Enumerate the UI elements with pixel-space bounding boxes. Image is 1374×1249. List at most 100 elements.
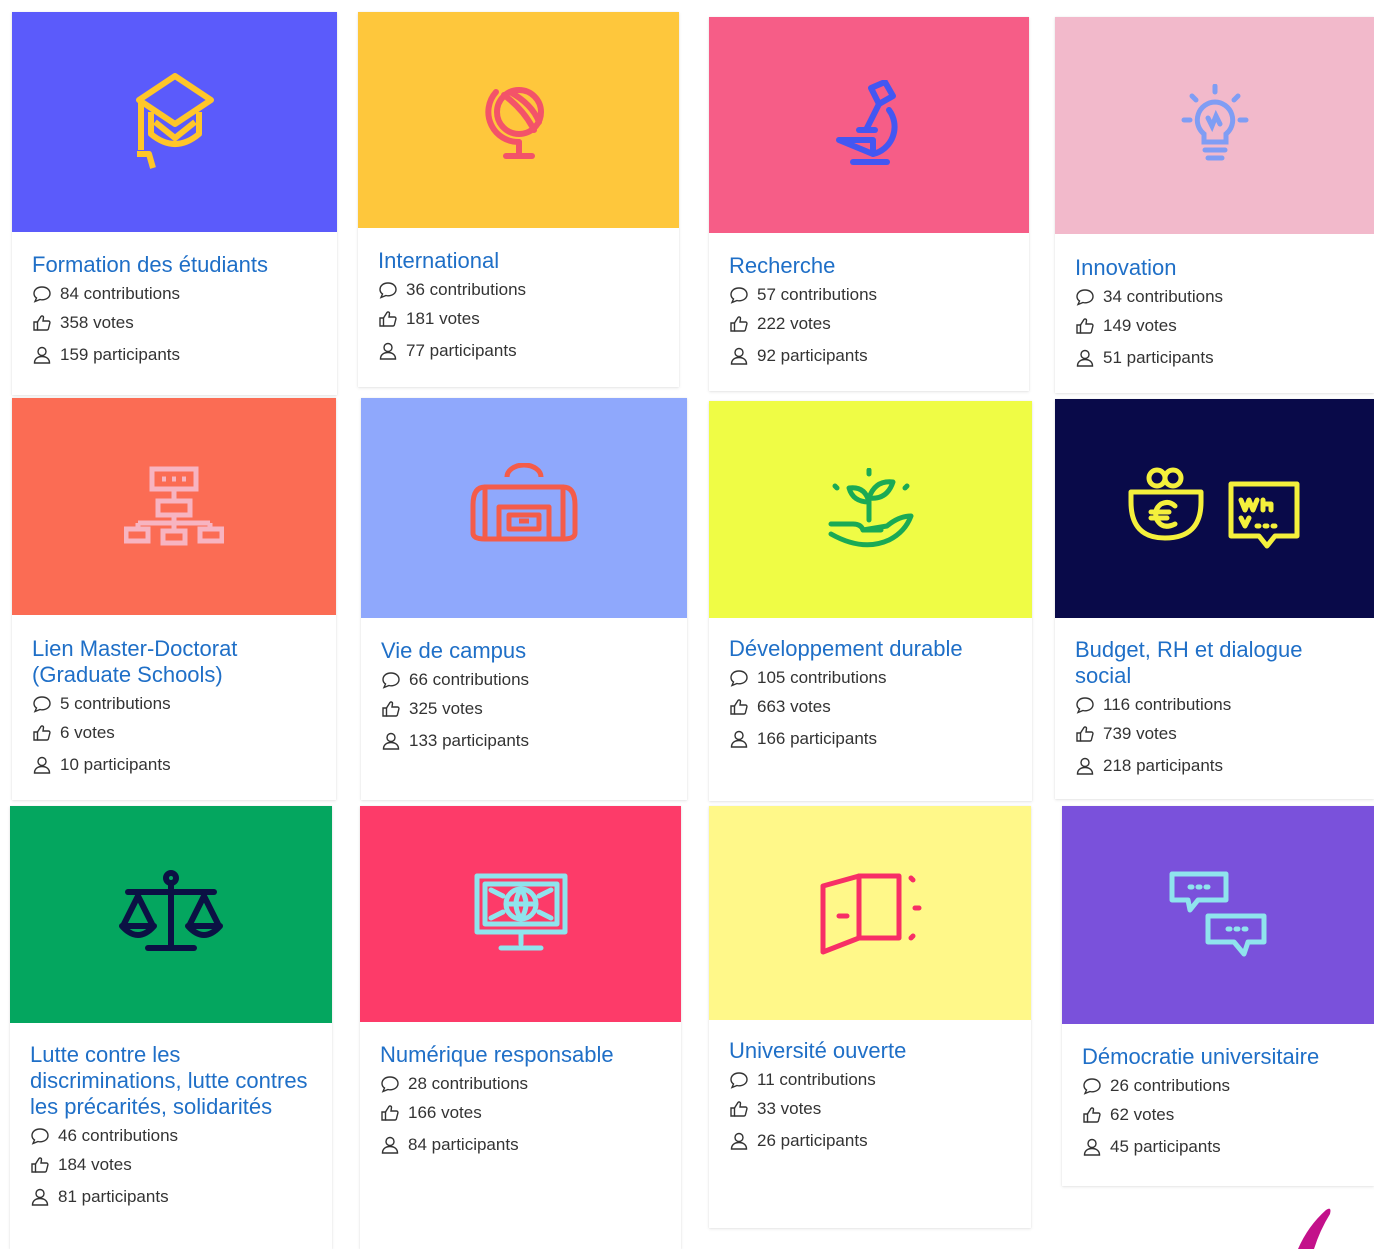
card-title[interactable]: Développement durable — [729, 636, 1020, 662]
speech-bubble-icon — [730, 287, 748, 304]
card-title[interactable]: Université ouverte — [729, 1038, 1019, 1064]
contributions-count: 5 contributions — [32, 691, 324, 717]
category-card[interactable]: Recherche 57 contributions 222 votes 92 … — [709, 17, 1029, 391]
contributions-count: 84 contributions — [32, 281, 325, 307]
speech-bubble-icon — [1083, 1078, 1101, 1095]
card-banner — [1062, 806, 1374, 1024]
thumbs-up-icon — [33, 315, 51, 331]
participants-count: 51 participants — [1075, 342, 1362, 374]
contributions-count: 36 contributions — [378, 277, 667, 303]
contributions-count: 46 contributions — [30, 1123, 320, 1149]
card-title[interactable]: Lutte contre les discriminations, lutte … — [30, 1042, 320, 1120]
speech-bubble-icon — [1076, 289, 1094, 306]
backpack-icon — [470, 463, 578, 542]
thumbs-up-icon — [381, 1105, 399, 1121]
category-card[interactable]: Développement durable 105 contributions … — [709, 401, 1032, 801]
speech-bubble-icon — [379, 282, 397, 299]
card-title[interactable]: Formation des étudiants — [32, 252, 325, 278]
graduation-cap-icon — [135, 73, 214, 169]
person-icon — [730, 1132, 748, 1150]
participants-count: 84 participants — [380, 1129, 669, 1161]
scales-icon — [119, 869, 223, 951]
participants-count: 218 participants — [1075, 750, 1362, 782]
participants-count: 166 participants — [729, 723, 1020, 755]
contributions-count: 34 contributions — [1075, 284, 1362, 310]
person-icon — [379, 342, 397, 360]
participants-count: 45 participants — [1082, 1131, 1362, 1163]
person-icon — [1076, 757, 1094, 775]
card-title[interactable]: Innovation — [1075, 255, 1362, 281]
votes-count: 181 votes — [378, 303, 667, 335]
card-banner — [709, 806, 1031, 1020]
monitor-globe-icon — [474, 873, 567, 951]
thumbs-up-icon — [730, 316, 748, 332]
category-card[interactable]: Vie de campus 66 contributions 325 votes… — [361, 398, 687, 800]
votes-count: 358 votes — [32, 307, 325, 339]
participants-count: 81 participants — [30, 1181, 320, 1213]
person-icon — [33, 346, 51, 364]
thumbs-up-icon — [33, 725, 51, 741]
thumbs-up-icon — [382, 701, 400, 717]
card-banner — [358, 12, 679, 228]
votes-count: 184 votes — [30, 1149, 320, 1181]
card-banner — [361, 398, 687, 618]
open-door-icon — [820, 873, 922, 955]
category-card[interactable]: Lutte contre les discriminations, lutte … — [10, 806, 332, 1249]
person-icon — [1083, 1138, 1101, 1156]
card-title[interactable]: Démocratie universitaire — [1082, 1044, 1362, 1070]
decorative-stroke — [1298, 1208, 1331, 1249]
participants-count: 92 participants — [729, 340, 1017, 372]
votes-count: 739 votes — [1075, 718, 1362, 750]
speech-bubble-icon — [1076, 697, 1094, 714]
person-icon — [381, 1136, 399, 1154]
person-icon — [33, 756, 51, 774]
category-card[interactable]: Lien Master-Doctorat (Graduate Schools) … — [12, 398, 336, 800]
speech-bubble-icon — [730, 670, 748, 687]
card-title[interactable]: Budget, RH et dialogue social — [1075, 637, 1362, 689]
thumbs-up-icon — [730, 699, 748, 715]
contributions-count: 11 contributions — [729, 1067, 1019, 1093]
card-title[interactable]: Lien Master-Doctorat (Graduate Schools) — [32, 636, 324, 688]
contributions-count: 57 contributions — [729, 282, 1017, 308]
card-title[interactable]: Recherche — [729, 253, 1017, 279]
person-icon — [31, 1188, 49, 1206]
participants-count: 10 participants — [32, 749, 324, 781]
budget-euro-dialogue-icon — [1128, 467, 1299, 548]
contributions-count: 28 contributions — [380, 1071, 669, 1097]
card-banner — [709, 401, 1032, 618]
category-card[interactable]: Innovation 34 contributions 149 votes 51… — [1055, 17, 1374, 393]
votes-count: 62 votes — [1082, 1099, 1362, 1131]
participants-count: 159 participants — [32, 339, 325, 371]
votes-count: 6 votes — [32, 717, 324, 749]
votes-count: 166 votes — [380, 1097, 669, 1129]
participants-count: 26 participants — [729, 1125, 1019, 1157]
contributions-count: 116 contributions — [1075, 692, 1362, 718]
card-banner — [709, 17, 1029, 233]
category-card[interactable]: Budget, RH et dialogue social 116 contri… — [1055, 399, 1374, 799]
category-card[interactable]: Formation des étudiants 84 contributions… — [12, 12, 337, 395]
participants-count: 77 participants — [378, 335, 667, 367]
person-icon — [382, 732, 400, 750]
person-icon — [730, 730, 748, 748]
microscope-icon — [836, 80, 898, 165]
org-chart-icon — [124, 466, 224, 545]
card-title[interactable]: Numérique responsable — [380, 1042, 669, 1068]
card-title[interactable]: International — [378, 248, 667, 274]
card-banner — [1055, 17, 1374, 234]
votes-count: 33 votes — [729, 1093, 1019, 1125]
contributions-count: 66 contributions — [381, 667, 675, 693]
category-card[interactable]: Université ouverte 11 contributions 33 v… — [709, 806, 1031, 1228]
thumbs-up-icon — [730, 1101, 748, 1117]
card-banner — [10, 806, 332, 1023]
participants-count: 133 participants — [381, 725, 675, 757]
votes-count: 149 votes — [1075, 310, 1362, 342]
category-card[interactable]: Numérique responsable 28 contributions 1… — [360, 806, 681, 1249]
votes-count: 663 votes — [729, 691, 1020, 723]
votes-count: 325 votes — [381, 693, 675, 725]
speech-bubble-icon — [33, 696, 51, 713]
category-card[interactable]: Démocratie universitaire 26 contribution… — [1062, 806, 1374, 1186]
card-title[interactable]: Vie de campus — [381, 638, 675, 664]
card-banner — [12, 398, 336, 615]
category-card[interactable]: International 36 contributions 181 votes… — [358, 12, 679, 387]
card-banner — [12, 12, 337, 232]
